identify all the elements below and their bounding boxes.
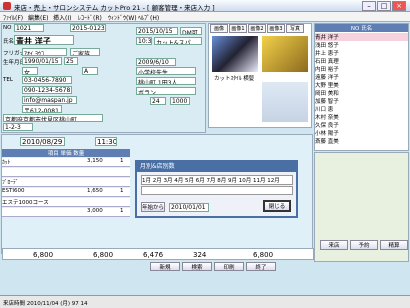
dm-field[interactable]: DM可	[180, 27, 202, 35]
dialog-close-button[interactable]: 閉じる	[263, 200, 291, 212]
customer-name-field[interactable]: 青井 洋子	[14, 35, 74, 45]
list-item[interactable]: 川口 恵	[315, 105, 408, 113]
tab-image[interactable]: 画像	[210, 24, 228, 33]
tab-image2[interactable]: 画像2	[248, 24, 266, 33]
minimize-button[interactable]: –	[362, 1, 376, 11]
menu-file[interactable]: ﾌｧｲﾙ(F)	[3, 13, 23, 22]
table-row[interactable]: ESTI600 1,650 1	[2, 188, 130, 197]
list-item[interactable]: 加藤 智子	[315, 97, 408, 105]
address2-field[interactable]: 1-2-3	[3, 123, 33, 131]
reg-no-field[interactable]: 2015-0123	[70, 24, 106, 32]
main-window: 来店・売上・サロンシステム カットPro 21 - [ 顧客管理・来店入力 ] …	[0, 0, 410, 308]
zip-field[interactable]: 〒612-0081	[22, 105, 62, 113]
total-d: 324	[193, 251, 207, 259]
from-year-start-button[interactable]: 年始から	[141, 202, 165, 212]
total-b: 6,800	[93, 251, 114, 259]
list-item[interactable]: 斎藤 直美	[315, 137, 408, 145]
from-date-field[interactable]: 2010/01/01	[169, 203, 209, 212]
list-header: NO 氏名	[315, 24, 408, 32]
table-row[interactable]: 3,000 1	[2, 208, 130, 217]
list-item[interactable]: 木村 奈美	[315, 113, 408, 121]
table-row[interactable]: エステ1000コース	[2, 198, 130, 207]
tab-photo[interactable]: 写真	[286, 24, 304, 33]
close-button[interactable]: ×	[392, 1, 406, 11]
stylist-field[interactable]: カット&スパ	[154, 37, 202, 45]
dialog-title: 月別&店別数	[137, 162, 296, 172]
customer-no-field[interactable]: 1021	[14, 24, 44, 32]
blood-field[interactable]: A	[82, 67, 98, 75]
list-item[interactable]: 岡田 美和	[315, 89, 408, 97]
menu-edit[interactable]: 編集(E)	[28, 13, 48, 22]
list-item[interactable]: 浅田 悠子	[315, 41, 408, 49]
month-values	[141, 186, 293, 195]
items-header: 項目 単価 数量	[2, 149, 130, 157]
no-label: NO	[3, 25, 12, 31]
exit-button[interactable]: 終了	[246, 262, 276, 271]
totals-bar: 6,800 6,800 6,476 324 6,800	[2, 248, 314, 260]
mobile-field[interactable]: 090-1234-5678	[22, 86, 72, 94]
menu-bar: ﾌｧｲﾙ(F) 編集(E) 挿入(I) ﾚｺｰﾄﾞ(R) ｳｨﾝﾄﾞｳ(W) ﾍ…	[0, 12, 410, 22]
kana-field[interactable]: ｱｵｲ ﾖｳｺ	[22, 48, 67, 56]
first-visit-field[interactable]: 2015/10/15	[136, 27, 178, 35]
email-field[interactable]: info@maspan.jp	[22, 96, 77, 104]
tel-field[interactable]: 03-0456-7890	[22, 76, 72, 84]
address-field[interactable]: 京都府京都市伏見区桃山町	[3, 114, 103, 122]
window-title: 来店・売上・サロンシステム カットPro 21 - [ 顧客管理・来店入力 ]	[14, 4, 215, 12]
visit-date-field[interactable]: 2010/08/29	[20, 137, 65, 146]
occupation-field[interactable]: 小学校先生	[136, 67, 196, 75]
list-item[interactable]: 内田 裕子	[315, 65, 408, 73]
table-row[interactable]: ﾌﾞﾛｰﾃﾞ	[2, 178, 130, 187]
customer-photo	[262, 82, 308, 122]
birth-field[interactable]: 1990/01/15	[22, 57, 62, 65]
table-row[interactable]: ｶｯﾄ 3,150 1	[2, 158, 130, 167]
checkout-button[interactable]: 精算	[380, 240, 408, 250]
list-item[interactable]: 久保 良子	[315, 121, 408, 129]
name-label: 氏名	[3, 39, 15, 45]
tel-label: TEL	[3, 77, 13, 83]
tab-image1[interactable]: 画像1	[229, 24, 247, 33]
menu-window[interactable]: ｳｨﾝﾄﾞｳ(W)	[108, 13, 137, 22]
time-field[interactable]: 10:30	[136, 37, 152, 45]
visit-button[interactable]: 来店	[320, 240, 348, 250]
menu-record[interactable]: ﾚｺｰﾄﾞ(R)	[78, 13, 102, 22]
sex-field[interactable]: 女	[22, 67, 38, 75]
total-e: 6,800	[253, 251, 274, 259]
style-photo-1	[212, 36, 258, 72]
family-field[interactable]: ご家族	[70, 48, 100, 56]
style-photo-2	[262, 36, 308, 72]
list-item[interactable]: 遠藤 洋子	[315, 73, 408, 81]
total-c: 6,476	[143, 251, 164, 259]
print-button[interactable]: 印刷	[214, 262, 244, 271]
maximize-button[interactable]: □	[377, 1, 391, 11]
hometown-field[interactable]: 桃山町 1田3人	[136, 77, 196, 85]
list-item[interactable]: 大野 里美	[315, 81, 408, 89]
list-item[interactable]: 小林 陽子	[315, 129, 408, 137]
total-a: 6,800	[33, 251, 54, 259]
memo-field[interactable]: 1000	[170, 97, 190, 105]
app-icon	[3, 2, 11, 10]
reserve-button[interactable]: 予約	[350, 240, 378, 250]
photo-caption: カットｽﾀｲﾙ 横髪	[214, 76, 255, 82]
visit-time-field[interactable]: 11:30	[95, 137, 117, 146]
intro-date-field[interactable]: 2009/6/10	[136, 58, 176, 66]
status-text: 来店時間 2010/11/04 (月) 97 14	[3, 301, 88, 307]
title-bar: 来店・売上・サロンシステム カットPro 21 - [ 顧客管理・来店入力 ] …	[0, 0, 410, 12]
menu-help[interactable]: ﾍﾙﾌﾟ(H)	[138, 13, 159, 22]
age-field[interactable]: 25	[64, 57, 78, 65]
search-button[interactable]: 検索	[182, 262, 212, 271]
table-row[interactable]	[2, 168, 130, 177]
status-bar: 来店時間 2010/11/04 (月) 97 14	[0, 295, 410, 308]
menu-insert[interactable]: 挿入(I)	[53, 13, 71, 22]
tab-image3[interactable]: 画像3	[267, 24, 285, 33]
monthly-dialog: 月別&店別数 1月 2月 3月 4月 5月 6月 7月 8月 9月 10月 11…	[135, 160, 298, 218]
list-item[interactable]: 井上 恵子	[315, 49, 408, 57]
list-item[interactable]: 石田 真理	[315, 57, 408, 65]
month-header: 1月 2月 3月 4月 5月 6月 7月 8月 9月 10月 11月 12月	[141, 175, 293, 185]
list-item[interactable]: 青井 洋子	[315, 33, 408, 41]
hobby-field[interactable]: ボラン	[136, 87, 196, 95]
count-field[interactable]: 24	[150, 97, 166, 105]
new-button[interactable]: 新規	[150, 262, 180, 271]
